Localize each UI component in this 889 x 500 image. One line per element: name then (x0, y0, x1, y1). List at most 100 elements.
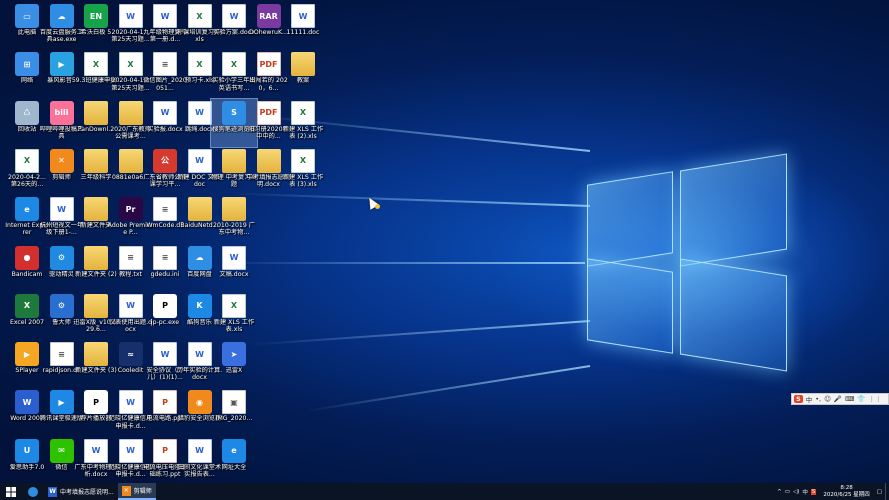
desktop-icon-label: 新建 XLS 工作表.xls (213, 318, 255, 333)
ludashi-icon: ⚙ (49, 293, 74, 318)
desktop-icon-label: 新建 XLS 工作表 (3).xls (282, 173, 324, 189)
word-file-icon: W (222, 4, 246, 28)
baidu-netdisk-app-icon: ☁ (187, 245, 212, 270)
desktop-icon-label: 迅雷X (225, 367, 243, 375)
desktop-icon[interactable]: W 文稿.docx (211, 244, 257, 292)
ime-voice-icon[interactable]: 🎤 (834, 395, 842, 403)
word-file-icon: W (153, 4, 177, 28)
folder-icon (84, 197, 108, 222)
this-pc-icon: ▭ (15, 4, 39, 28)
guangdong-edu-icon: 公 (153, 148, 177, 173)
tencent-classroom-icon: ▶ (49, 390, 74, 415)
desktop-icon-label: 教案 (296, 77, 310, 85)
desktop-icon[interactable]: X 新建 XLS 工作表 (2).xls (280, 99, 326, 147)
ini-file-icon: ≡ (153, 245, 177, 270)
sogou-browser-icon (28, 486, 38, 497)
baidu-cloud-icon: ☁ (49, 4, 74, 28)
desktop-icon-label: IMG_2020... (215, 415, 253, 423)
word-file-icon: W (84, 438, 108, 463)
desktop-icon[interactable]: W 11111.doc (280, 2, 326, 50)
desktop-icon[interactable]: 2010-2019 广东中考物... (211, 195, 257, 243)
ime-toolbox-icon[interactable]: ⋮⋮ (868, 395, 881, 403)
folder-icon (84, 100, 108, 125)
tray-clock[interactable]: 8:28 2020/6/25 星期四 (819, 485, 873, 498)
desktop-icon[interactable]: X 新建 XLS 工作表 (3).xls (280, 147, 326, 195)
word-file-icon: W (48, 486, 57, 497)
show-desktop-button[interactable] (885, 483, 889, 500)
sogou-ime-logo[interactable]: S (794, 395, 803, 403)
clock-date: 2020/6/25 星期四 (823, 491, 870, 498)
jianpian-icon: P (84, 390, 108, 415)
excel-file-icon: X (84, 52, 108, 77)
baidu-netdisk-icon (187, 197, 212, 222)
taskbar-task-word-document[interactable]: W 中考填报志愿说明... (44, 483, 118, 500)
network-tray-icon[interactable]: ▭ (785, 489, 790, 495)
desktop-icon[interactable]: 教案 (280, 50, 326, 98)
windows-start-button[interactable] (0, 483, 22, 500)
desktop-icon-label: 2010-2019 广东中考物... (213, 222, 255, 237)
folder-icon (84, 293, 108, 318)
taskbar-task-label: 剪辑师 (133, 488, 152, 495)
cursor-badge-icon (375, 204, 380, 209)
bandicam-icon: ● (15, 245, 39, 270)
ime-punctuation-icon[interactable]: •, (815, 395, 821, 403)
image-file-icon: ▣ (222, 390, 246, 415)
notification-center-icon[interactable]: ▢ (877, 489, 882, 495)
ime-toolbar[interactable]: S 中 •, ☺ 🎤 ⌨ 👕 ⋮⋮ (791, 393, 889, 405)
desktop: ▭ 此电脑 ⊞ 网络 ♺ 回收站 X 2020-04-2... 第26天的... e Intern… (0, 0, 889, 483)
zip-file-icon (118, 148, 143, 173)
light-beam (250, 320, 591, 346)
folder-icon (84, 245, 108, 270)
word-file-icon: W (187, 438, 212, 463)
folder-icon (291, 52, 315, 77)
desktop-icon-label: 新建 XLS 工作表 (2).xls (282, 125, 324, 140)
splayer-icon: ▶ (15, 342, 39, 367)
word-file-icon: W (118, 438, 143, 463)
taskbar-sogou-browser-button[interactable] (22, 483, 44, 500)
word-file-icon: W (187, 342, 212, 367)
winrar-icon: RAR (256, 4, 281, 28)
ime-tray-icon[interactable]: 中 (802, 488, 808, 496)
word-file-icon (222, 148, 246, 173)
kugou-icon: K (187, 293, 212, 318)
ppt-file-icon: P (153, 438, 177, 463)
folder-icon (84, 148, 108, 173)
taskbar-task-video-editor[interactable]: ✕ 剪辑师 (117, 483, 156, 500)
word-file-icon: W (49, 197, 74, 222)
excel-2007-icon: X (15, 293, 39, 318)
desktop-icon[interactable]: ▣ IMG_2020... (211, 388, 257, 436)
desktop-icon[interactable]: e 网址大全 (211, 437, 257, 483)
internet-explorer-icon: e (15, 197, 39, 222)
xunlei-icon: ➤ (222, 342, 246, 367)
pdf-file-icon: PDF (256, 52, 281, 77)
word-file-icon: W (153, 100, 177, 125)
excel-file-icon: X (187, 52, 212, 77)
excel-file-icon: X (291, 148, 315, 173)
ime-emoji-icon[interactable]: ☺ (824, 395, 831, 403)
sogou-browser-icon: S (222, 100, 246, 125)
ime-keyboard-icon[interactable]: ⌨ (845, 395, 854, 403)
ime-mode-toggle[interactable]: 中 (806, 394, 813, 404)
desktop-icon-label: 文稿.docx (219, 270, 249, 278)
volume-tray-icon[interactable]: ◁) (793, 489, 799, 495)
driver-genius-icon: ⚙ (49, 245, 74, 270)
folder-icon (256, 148, 281, 173)
pdf-file-icon: PDF (256, 100, 281, 125)
taskbar: W 中考填报志愿说明... ✕ 剪辑师 ^ ▭ ◁) 中 S 8:28 2020… (0, 483, 889, 500)
windows-logo-pane (587, 258, 673, 354)
baofeng-icon: ▶ (49, 52, 74, 77)
ime-skin-icon[interactable]: 👕 (857, 395, 865, 403)
light-beam (303, 365, 591, 413)
word-file-icon: W (118, 390, 143, 415)
excel-file-icon: X (222, 293, 246, 318)
excel-file-icon: X (118, 52, 143, 77)
windows-logo-pane (680, 153, 787, 267)
premiere-icon: Pr (118, 197, 143, 222)
tray-overflow-chevron-icon[interactable]: ^ (777, 489, 782, 495)
word-file-icon: W (187, 100, 212, 125)
desktop-icon[interactable]: ➤ 迅雷X (211, 340, 257, 388)
sogou-tray-icon[interactable]: S (810, 488, 817, 495)
desktop-icon[interactable]: X 新建 XLS 工作表.xls (211, 292, 257, 340)
system-tray: ^ ▭ ◁) 中 S 8:28 2020/6/25 星期四 ▢ (777, 483, 889, 500)
folder-icon (84, 342, 108, 367)
